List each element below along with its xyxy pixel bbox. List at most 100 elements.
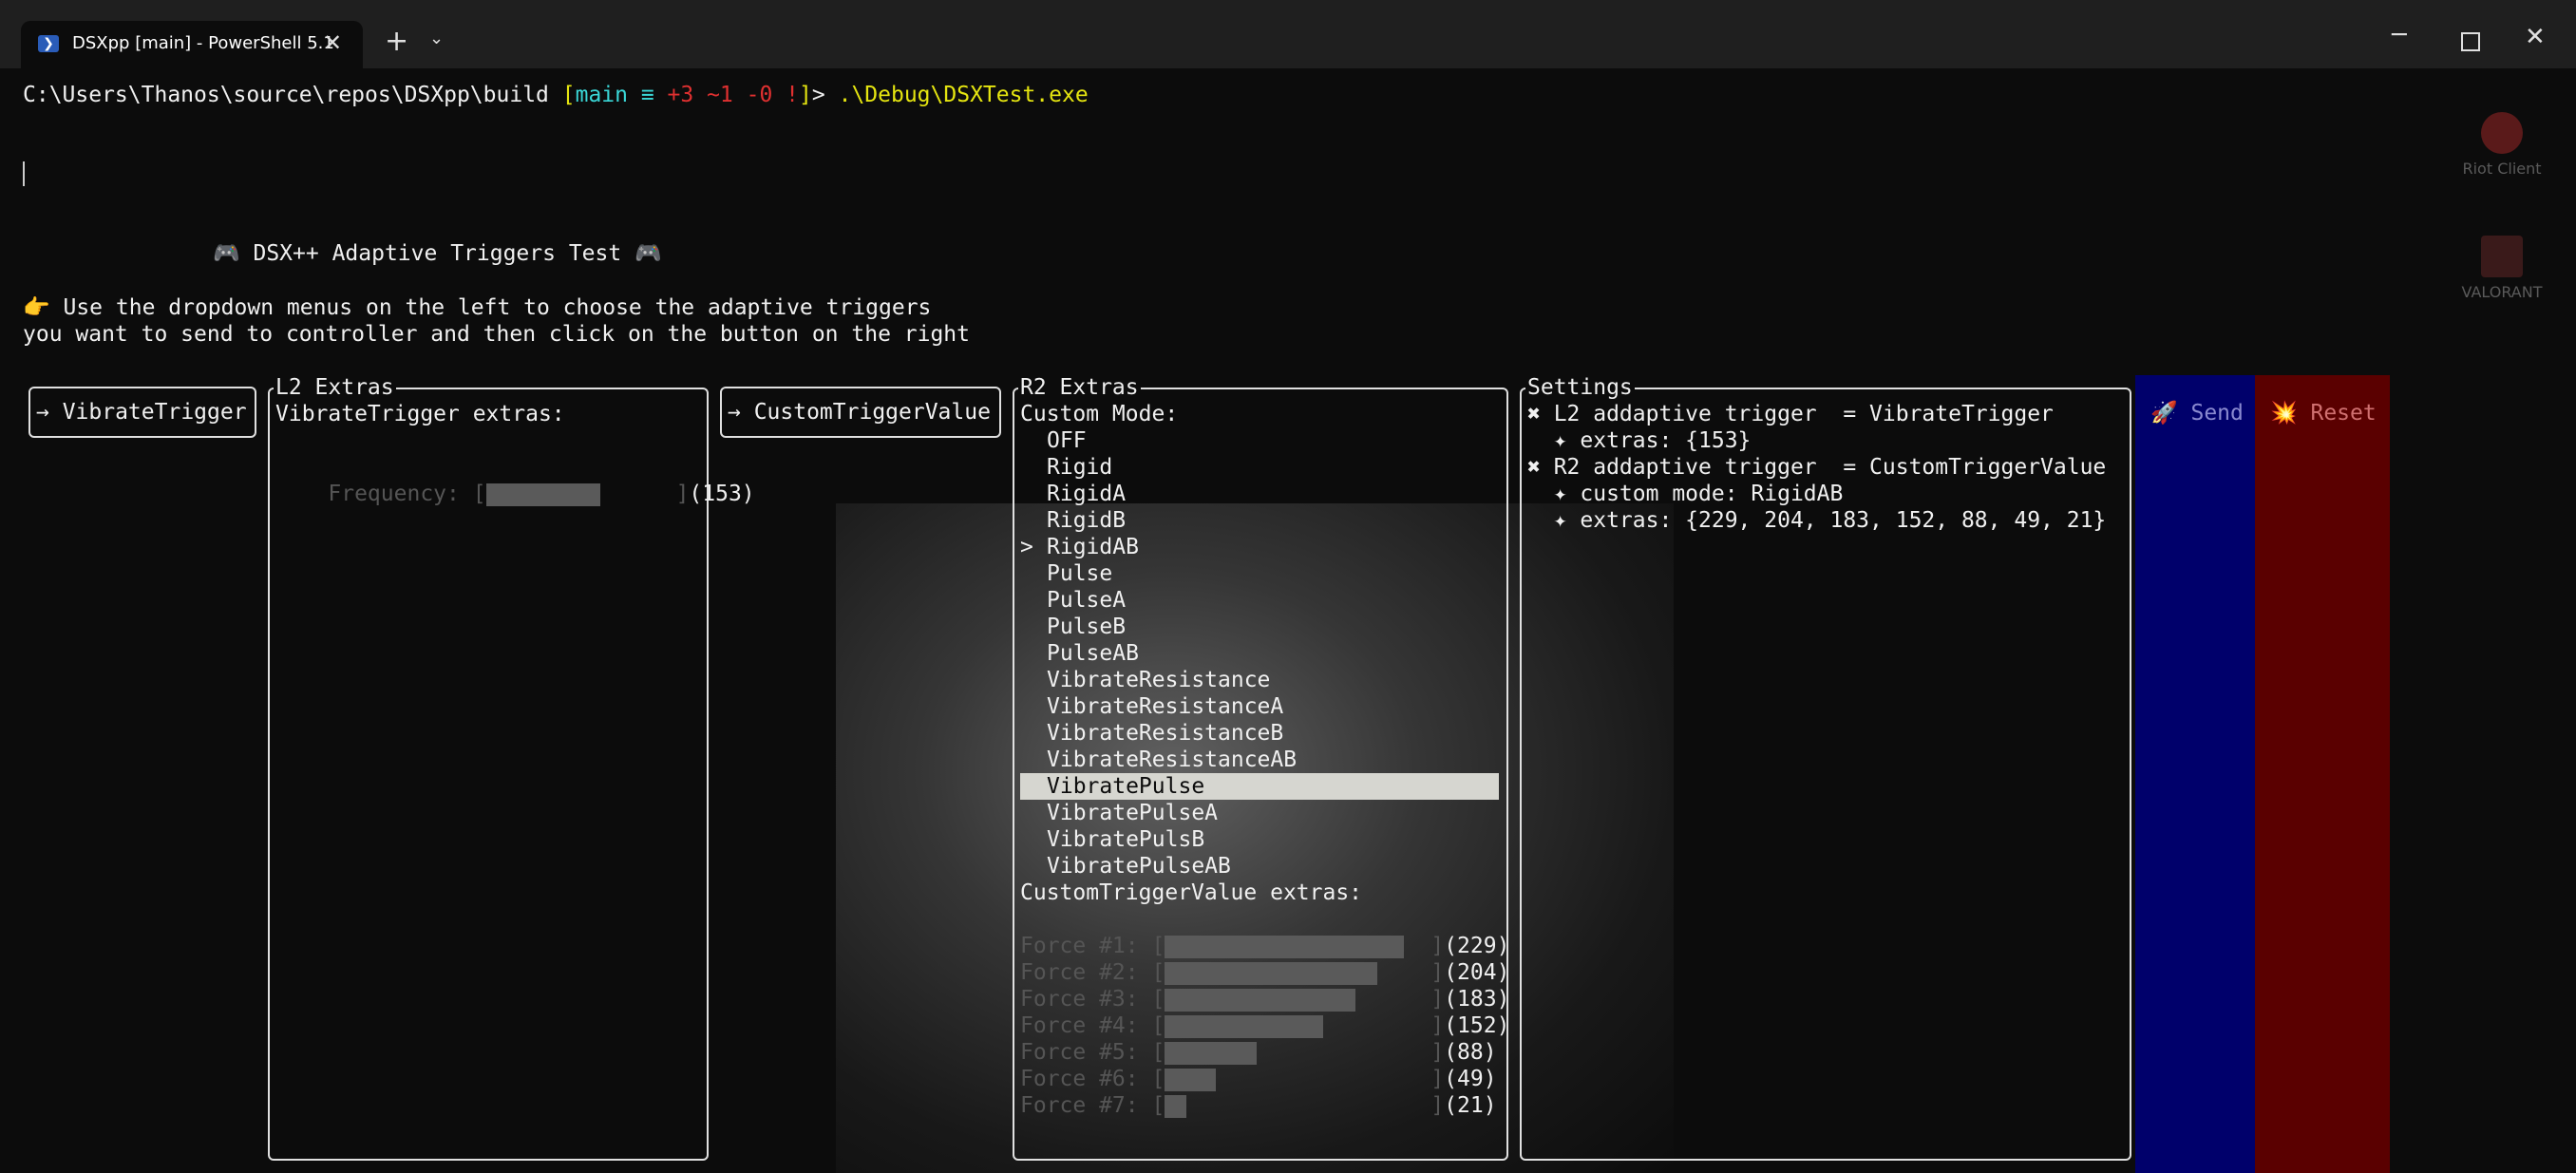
- mode-label: VibrateResistanceAB: [1047, 747, 1297, 772]
- prompt-command: .\Debug\DSXTest.exe: [838, 83, 1089, 107]
- custom-mode-item[interactable]: VibrateResistanceA: [1020, 693, 1499, 720]
- frequency-slider-row[interactable]: Frequency: [](153): [275, 454, 755, 534]
- valorant-icon: [2481, 236, 2523, 277]
- send-label: 🚀 Send: [2150, 401, 2244, 426]
- mode-label: RigidB: [1047, 508, 1127, 533]
- force-slider-list[interactable]: Force #1: [](229) Force #2: [](204) Force …: [1020, 933, 1509, 1119]
- custom-mode-item[interactable]: PulseB: [1020, 614, 1499, 640]
- force-slider-fill: [1165, 1094, 1187, 1118]
- settings-l2-extras: ✦ extras: {153}: [1527, 428, 1752, 453]
- frequency-label: Frequency: [: [328, 482, 486, 506]
- instruction-line-2: you want to send to controller and then …: [23, 322, 970, 347]
- mode-label: VibratePulseA: [1047, 801, 1219, 825]
- force-slider-row[interactable]: Force #4: [](152): [1020, 1012, 1509, 1039]
- prompt-branch-status: ≡: [627, 83, 668, 107]
- custom-mode-item[interactable]: RigidA: [1020, 481, 1499, 507]
- frequency-close: ]: [675, 482, 690, 506]
- r2-trigger-dropdown[interactable]: → CustomTriggerValue: [720, 387, 1001, 438]
- r2-extras-title: R2 Extras: [1018, 374, 1141, 401]
- force-label: Force #2: [: [1020, 960, 1165, 985]
- custom-mode-item[interactable]: VibrateResistanceB: [1020, 720, 1499, 747]
- force-slider[interactable]: [1165, 935, 1430, 958]
- maximize-icon[interactable]: [2461, 32, 2480, 51]
- force-slider[interactable]: [1165, 1068, 1430, 1091]
- mode-label: RigidAB: [1047, 535, 1139, 559]
- custom-mode-item[interactable]: PulseA: [1020, 587, 1499, 614]
- prompt-branch: main: [575, 83, 628, 107]
- force-label: Force #5: [: [1020, 1040, 1165, 1065]
- custom-mode-list[interactable]: OFF Rigid RigidA RigidB > RigidAB Pulse PulseA P…: [1020, 427, 1499, 880]
- mode-label: VibratePulsB: [1047, 827, 1205, 852]
- terminal-tab[interactable]: ❯ DSXpp [main] - PowerShell 5.1 ✕: [21, 21, 363, 68]
- custom-mode-item[interactable]: VibratePulse: [1020, 773, 1499, 800]
- r2-extras-panel: R2 Extras Custom Mode: OFF Rigid RigidA Rig…: [1013, 374, 1509, 1161]
- tab-dropdown-icon[interactable]: ⌄: [429, 28, 444, 48]
- force-slider[interactable]: [1165, 961, 1430, 985]
- custom-mode-item[interactable]: > RigidAB: [1020, 534, 1499, 560]
- l2-extras-heading: VibrateTrigger extras:: [275, 402, 565, 426]
- custom-mode-label: Custom Mode:: [1020, 402, 1179, 426]
- force-slider-row[interactable]: Force #7: [](21): [1020, 1092, 1509, 1119]
- custom-mode-item[interactable]: OFF: [1020, 427, 1499, 454]
- force-label: Force #7: [: [1020, 1093, 1165, 1118]
- force-value: (49): [1444, 1067, 1497, 1091]
- close-window-icon[interactable]: ✕: [2525, 23, 2546, 51]
- force-slider[interactable]: [1165, 988, 1430, 1012]
- mode-label: PulseA: [1047, 588, 1127, 613]
- prompt-path: C:\Users\Thanos\source\repos\DSXpp\build: [23, 83, 562, 107]
- force-slider[interactable]: [1165, 1094, 1430, 1118]
- custom-mode-item[interactable]: VibratePulseA: [1020, 800, 1499, 826]
- force-slider-row[interactable]: Force #5: [](88): [1020, 1039, 1509, 1066]
- custom-mode-item[interactable]: Pulse: [1020, 560, 1499, 587]
- settings-r2-line: ✖ R2 addaptive trigger = CustomTriggerVa…: [1527, 455, 2107, 480]
- force-close: ]: [1430, 987, 1445, 1012]
- force-slider[interactable]: [1165, 1014, 1430, 1038]
- powershell-icon: ❯: [38, 35, 59, 52]
- mode-label: VibratePulseAB: [1047, 854, 1231, 879]
- minimize-icon[interactable]: ─: [2392, 21, 2407, 49]
- new-tab-icon[interactable]: +: [385, 25, 408, 58]
- force-value: (21): [1444, 1093, 1497, 1118]
- l2-trigger-dropdown[interactable]: → VibrateTrigger: [28, 387, 256, 438]
- custom-mode-item[interactable]: VibratePulsB: [1020, 826, 1499, 853]
- settings-panel: Settings ✖ L2 addaptive trigger = Vibrat…: [1520, 374, 2131, 1161]
- riot-client-icon: [2481, 112, 2523, 154]
- prompt-bracket-open: [: [561, 83, 576, 107]
- force-slider-row[interactable]: Force #2: [](204): [1020, 959, 1509, 986]
- force-slider-row[interactable]: Force #1: [](229): [1020, 933, 1509, 959]
- force-slider-row[interactable]: Force #6: [](49): [1020, 1066, 1509, 1092]
- custom-mode-item[interactable]: VibrateResistance: [1020, 667, 1499, 693]
- force-slider[interactable]: [1165, 1041, 1430, 1065]
- force-slider-row[interactable]: Force #3: [](183): [1020, 986, 1509, 1012]
- force-slider-fill: [1165, 1068, 1217, 1091]
- frequency-slider[interactable]: [485, 482, 676, 506]
- valorant-desktop-icon[interactable]: VALORANT: [2445, 236, 2559, 301]
- riot-client-desktop-icon[interactable]: Riot Client: [2445, 112, 2559, 178]
- force-slider-fill: [1165, 935, 1404, 958]
- custom-mode-item[interactable]: PulseAB: [1020, 640, 1499, 667]
- force-label: Force #6: [: [1020, 1067, 1165, 1091]
- prompt-modified: ~1: [693, 83, 733, 107]
- force-close: ]: [1430, 1093, 1445, 1118]
- custom-mode-item[interactable]: VibrateResistanceAB: [1020, 747, 1499, 773]
- send-button[interactable]: 🚀 Send: [2135, 375, 2255, 1173]
- prompt-added: +3: [667, 83, 694, 107]
- mode-label: RigidA: [1047, 482, 1127, 506]
- frequency-slider-fill: [485, 482, 600, 506]
- force-slider-fill: [1165, 961, 1378, 985]
- reset-button[interactable]: 💥 Reset: [2255, 375, 2390, 1173]
- settings-r2-extras: ✦ extras: {229, 204, 183, 152, 88, 49, 2…: [1527, 508, 2107, 533]
- frequency-value: (153): [689, 482, 755, 506]
- settings-r2-mode: ✦ custom mode: RigidAB: [1527, 482, 1844, 506]
- force-slider-fill: [1165, 1041, 1257, 1065]
- custom-mode-item[interactable]: VibratePulseAB: [1020, 853, 1499, 880]
- settings-title: Settings: [1525, 374, 1635, 401]
- prompt-arrow: >: [811, 83, 839, 107]
- custom-mode-item[interactable]: Rigid: [1020, 454, 1499, 481]
- l2-dropdown-label: → VibrateTrigger: [36, 400, 247, 425]
- l2-extras-title: L2 Extras: [274, 374, 396, 401]
- close-tab-icon[interactable]: ✕: [323, 29, 342, 56]
- reset-label: 💥 Reset: [2270, 401, 2377, 426]
- settings-l2-line: ✖ L2 addaptive trigger = VibrateTrigger: [1527, 402, 2054, 426]
- custom-mode-item[interactable]: RigidB: [1020, 507, 1499, 534]
